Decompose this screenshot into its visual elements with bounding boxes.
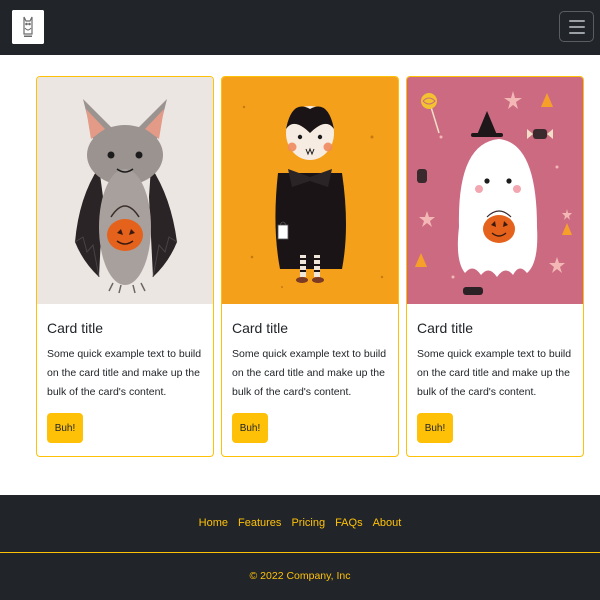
owl-logo-icon: [12, 10, 44, 44]
bat-illustration-image: [37, 77, 213, 304]
buh-button[interactable]: Buh!: [417, 413, 453, 443]
footer-nav: Home Features Pricing FAQs About: [0, 517, 600, 529]
hamburger-menu-icon: [568, 25, 585, 28]
card-title: Card title: [232, 320, 289, 336]
footer-link-features[interactable]: Features: [238, 517, 281, 529]
page-footer: Home Features Pricing FAQs About © 2022 …: [0, 495, 600, 600]
brand-logo-link[interactable]: [12, 10, 44, 44]
vampire-child-illustration-image: [222, 77, 398, 304]
menu-toggle-button[interactable]: [559, 11, 594, 42]
footer-link-faqs[interactable]: FAQs: [335, 517, 363, 529]
top-navbar: [0, 0, 600, 55]
card-text: Some quick example text to build on the …: [47, 348, 202, 398]
card: Card title Some quick example text to bu…: [406, 76, 584, 457]
card: Card title Some quick example text to bu…: [221, 76, 399, 457]
card-title: Card title: [47, 320, 104, 336]
hamburger-menu-icon: [568, 19, 585, 22]
card-text: Some quick example text to build on the …: [417, 348, 572, 398]
card-text: Some quick example text to build on the …: [232, 348, 387, 398]
card: Card title Some quick example text to bu…: [36, 76, 214, 457]
footer-divider: [0, 552, 600, 553]
buh-button[interactable]: Buh!: [47, 413, 83, 443]
copyright-text: © 2022 Company, Inc: [249, 570, 351, 582]
card-title: Card title: [417, 320, 474, 336]
buh-button[interactable]: Buh!: [232, 413, 268, 443]
ghost-illustration-image: [407, 77, 583, 304]
hamburger-menu-icon: [568, 31, 585, 34]
footer-link-about[interactable]: About: [373, 517, 402, 529]
footer-link-home[interactable]: Home: [199, 517, 228, 529]
footer-link-pricing[interactable]: Pricing: [291, 517, 325, 529]
